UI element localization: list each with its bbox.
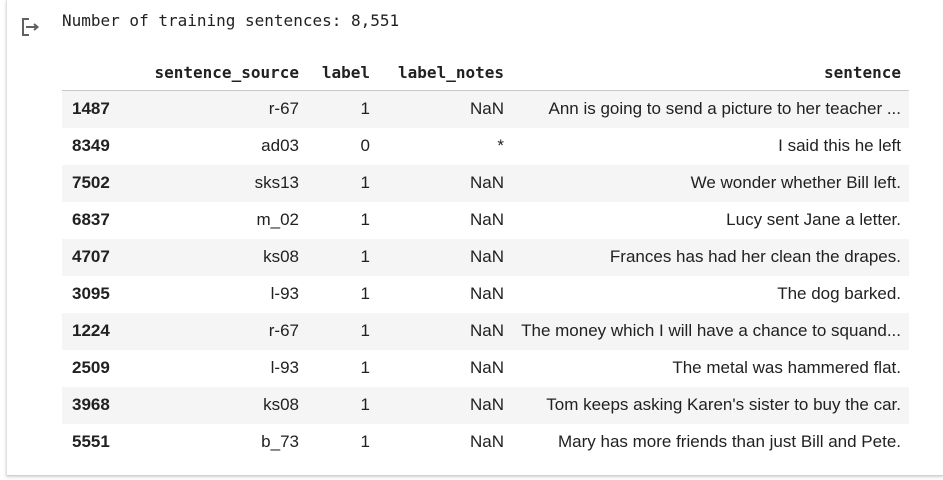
table-row: 1224 r-67 1 NaN The money which I will h… xyxy=(62,312,909,350)
header-sentence-source: sentence_source xyxy=(128,54,307,91)
row-index: 6837 xyxy=(72,210,110,229)
row-index: 1487 xyxy=(72,99,110,119)
cell-label: 1 xyxy=(360,321,370,340)
cell-sentence-source: r-67 xyxy=(268,321,299,340)
header-sentence: sentence xyxy=(512,54,909,91)
table-row: 3095 l-93 1 NaN The dog barked. xyxy=(62,276,909,313)
row-index: 5551 xyxy=(72,432,110,451)
cell-label-notes: NaN xyxy=(469,358,504,377)
cell-label: 1 xyxy=(360,210,370,229)
header-label-notes: label_notes xyxy=(378,54,512,91)
row-index: 7502 xyxy=(72,173,110,192)
cell-label: 1 xyxy=(360,247,370,266)
cell-sentence-source: b_73 xyxy=(261,432,299,451)
header-label: label xyxy=(307,54,378,91)
cell-sentence: Lucy sent Jane a letter. xyxy=(726,210,901,229)
row-index: 1224 xyxy=(72,321,110,340)
cell-label-notes: NaN xyxy=(469,99,504,119)
table-row: 1487 r-67 1 NaN Ann is going to send a p… xyxy=(62,90,909,128)
cell-sentence: Frances has had her clean the drapes. xyxy=(609,247,901,266)
cell-label: 1 xyxy=(360,173,370,192)
table-row: 3968 ks08 1 NaN Tom keeps asking Karen's… xyxy=(62,386,909,424)
output-gutter-border xyxy=(6,0,7,476)
dataframe-table: sentence_source label label_notes senten… xyxy=(62,54,909,461)
row-index: 3968 xyxy=(72,395,110,414)
cell-sentence: Tom keeps asking Karen's sister to buy t… xyxy=(546,395,901,414)
cell-label-notes: * xyxy=(497,136,504,155)
cell-label-notes: NaN xyxy=(469,321,504,340)
cell-sentence-source: l-93 xyxy=(270,358,299,377)
table-row: 5551 b_73 1 NaN Mary has more friends th… xyxy=(62,424,909,461)
output-redirect-icon[interactable] xyxy=(18,14,44,38)
table-header-row: sentence_source label label_notes senten… xyxy=(62,54,909,91)
cell-sentence-source: ad03 xyxy=(261,136,299,155)
cell-sentence-source: sks13 xyxy=(254,173,299,192)
cell-label: 1 xyxy=(360,432,370,451)
table-row: 6837 m_02 1 NaN Lucy sent Jane a letter. xyxy=(62,202,909,239)
table-row: 7502 sks13 1 NaN We wonder whether Bill … xyxy=(62,164,909,202)
cell-sentence: We wonder whether Bill left. xyxy=(690,173,901,192)
row-index: 2509 xyxy=(72,358,110,377)
cell-sentence-source: ks08 xyxy=(263,247,299,266)
cell-sentence-source: m_02 xyxy=(256,210,299,229)
row-index: 4707 xyxy=(72,247,110,266)
cell-sentence-source: r-67 xyxy=(268,99,299,119)
cell-label-notes: NaN xyxy=(469,247,504,266)
cell-sentence: The money which I will have a chance to … xyxy=(521,321,901,340)
cell-label-notes: NaN xyxy=(469,284,504,303)
cell-sentence: I said this he left xyxy=(778,136,901,155)
cell-label: 0 xyxy=(360,136,370,155)
cell-label: 1 xyxy=(360,284,370,303)
table-row: 8349 ad03 0 * I said this he left xyxy=(62,128,909,165)
cell-sentence-source: l-93 xyxy=(270,284,299,303)
cell-sentence: The dog barked. xyxy=(777,284,901,303)
table-row: 4707 ks08 1 NaN Frances has had her clea… xyxy=(62,238,909,276)
cell-sentence-source: ks08 xyxy=(263,395,299,414)
cell-label: 1 xyxy=(360,395,370,414)
cell-label-notes: NaN xyxy=(469,395,504,414)
header-index xyxy=(62,54,128,91)
row-index: 3095 xyxy=(72,284,110,303)
cell-sentence: The metal was hammered flat. xyxy=(672,358,901,377)
cell-sentence: Mary has more friends than just Bill and… xyxy=(558,432,901,451)
cell-label-notes: NaN xyxy=(469,173,504,192)
cell-label: 1 xyxy=(360,99,370,119)
table-row: 2509 l-93 1 NaN The metal was hammered f… xyxy=(62,350,909,387)
cell-label: 1 xyxy=(360,358,370,377)
cell-label-notes: NaN xyxy=(469,210,504,229)
stdout-text: Number of training sentences: 8,551 xyxy=(62,11,400,30)
cell-sentence: Ann is going to send a picture to her te… xyxy=(548,99,902,119)
row-index: 8349 xyxy=(72,136,110,155)
cell-label-notes: NaN xyxy=(469,432,504,451)
